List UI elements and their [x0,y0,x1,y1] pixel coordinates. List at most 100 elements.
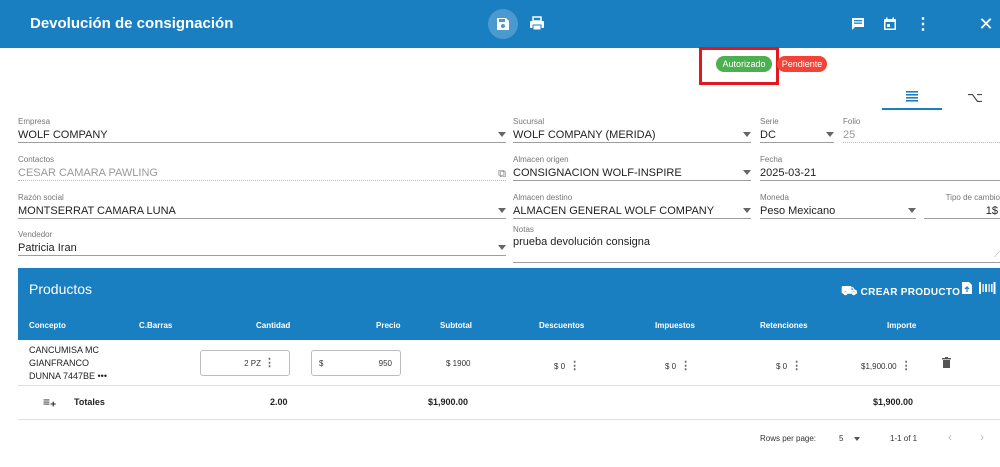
moneda-field[interactable]: Moneda Peso Mexicano [760,193,916,219]
comment-icon [852,18,864,30]
empresa-field[interactable]: Empresa WOLF COMPANY [18,117,506,143]
col-importe[interactable]: Importe [887,321,916,330]
col-barras[interactable]: C.Barras [139,321,172,330]
chevron-down-icon [743,170,751,175]
row-descuentos: $ 0 ⋮ [554,360,581,372]
status-authorized-badge[interactable]: Autorizado [716,56,772,72]
fecha-input[interactable]: 2025-03-21 [760,165,1000,181]
retention-menu-icon[interactable]: ⋮ [791,360,802,372]
product-concept: CANCUMISA MC GIANFRANCO DUNNA 7447BE ••• [29,345,107,383]
vendedor-select[interactable]: Patricia Iran [18,240,506,256]
chevron-down-icon [826,132,834,137]
col-retenciones[interactable]: Retenciones [760,321,808,330]
next-page-icon[interactable]: › [980,430,984,444]
col-precio[interactable]: Precio [376,321,400,330]
almacen-destino-field[interactable]: Almacen destino ALMACEN GENERAL WOLF COM… [513,193,751,219]
branch-icon: ⌥ [966,88,984,105]
totals-importe: $1,900.00 [873,397,914,407]
prev-page-icon[interactable]: ‹ [948,430,952,444]
comment-button[interactable] [847,13,869,35]
contactos-input[interactable]: CESAR CAMARA PAWLING ⧉ [18,165,506,181]
rows-per-page-select[interactable]: 5 [839,434,860,443]
sucursal-select[interactable]: WOLF COMPANY (MERIDA) [513,127,751,143]
empresa-select[interactable]: WOLF COMPANY [18,127,506,143]
contactos-label: Contactos [18,155,55,164]
serie-label: Serie [760,117,779,126]
row-subtotal: $ 1900 [446,359,471,368]
almacen-origen-select[interactable]: CONSIGNACION WOLF-INSPIRE [513,165,751,181]
calendar-button[interactable] [879,13,901,35]
table-row[interactable]: CANCUMISA MC GIANFRANCO DUNNA 7447BE •••… [18,340,1000,386]
tipo-cambio-field[interactable]: Tipo de cambio 1$ [924,193,1000,219]
empresa-label: Empresa [18,117,51,126]
importe-menu-icon[interactable]: ⋮ [901,360,912,372]
products-header: Productos ⛟ CREAR PRODUCTO Concepto C.Ba… [18,268,1000,340]
tipo-cambio-label: Tipo de cambio [945,193,1000,202]
vendedor-field[interactable]: Vendedor Patricia Iran [18,230,506,256]
notas-textarea[interactable]: prueba devolución consigna ⟋ [513,235,1000,263]
save-button[interactable] [488,9,518,39]
rows-per-page-label: Rows per page: [760,434,817,443]
serie-field[interactable]: Serie DC [760,117,834,143]
serie-select[interactable]: DC [760,127,834,143]
razon-social-select[interactable]: MONTSERRAT CAMARA LUNA [18,203,506,219]
close-button[interactable]: ✕ [975,13,997,35]
more-button[interactable]: ⋮ [912,13,934,35]
price-input[interactable]: $ 950 [311,350,401,376]
row-retenciones: $ 0 ⋮ [776,360,803,372]
add-row-icon[interactable]: ≡₊ [43,395,56,409]
page-title: Devolución de consignación [30,15,234,32]
trash-icon[interactable] [942,357,951,368]
chevron-down-icon [743,208,751,213]
almacen-origen-label: Almacen origen [513,155,569,164]
print-icon [530,16,544,31]
sucursal-field[interactable]: Sucursal WOLF COMPANY (MERIDA) [513,117,751,143]
fecha-label: Fecha [760,155,783,164]
save-icon [497,18,509,30]
col-subtotal[interactable]: Subtotal [440,321,472,330]
more-vert-icon: ⋮ [915,16,931,33]
pagination-range: 1-1 of 1 [890,434,918,443]
chevron-down-icon [908,208,916,213]
tipo-cambio-input[interactable]: 1$ [924,203,1000,219]
col-cantidad[interactable]: Cantidad [256,321,290,330]
almacen-origen-field[interactable]: Almacen origen CONSIGNACION WOLF-INSPIRE [513,155,751,181]
export-file-icon[interactable] [961,281,973,298]
moneda-label: Moneda [760,193,789,202]
open-external-icon[interactable]: ⧉ [498,166,506,180]
products-title: Productos [29,281,93,297]
notas-field[interactable]: Notas prueba devolución consigna ⟋ [513,225,1000,263]
truck-icon: ⛟ [841,283,858,298]
vendedor-label: Vendedor [18,230,53,239]
create-product-button[interactable]: ⛟ CREAR PRODUCTO [841,283,960,301]
contactos-field[interactable]: Contactos CESAR CAMARA PAWLING ⧉ [18,155,506,181]
discount-menu-icon[interactable]: ⋮ [569,360,580,372]
concept-more[interactable]: DUNNA 7447BE ••• [29,370,107,383]
create-product-label: CREAR PRODUCTO [860,286,961,298]
tab-list-view[interactable] [882,84,942,110]
chevron-down-icon [498,132,506,137]
barcode-scan-icon[interactable] [978,281,996,298]
chevron-down-icon [853,437,860,441]
razon-social-field[interactable]: Razón social MONTSERRAT CAMARA LUNA [18,193,506,219]
almacen-destino-select[interactable]: ALMACEN GENERAL WOLF COMPANY [513,203,751,219]
resize-handle-icon[interactable]: ⟋ [994,248,1000,262]
quantity-menu-icon[interactable]: ⋮ [264,356,275,369]
list-icon [906,91,918,102]
moneda-select[interactable]: Peso Mexicano [760,203,916,219]
print-button[interactable] [526,13,548,35]
calendar-icon [884,17,896,30]
col-descuentos[interactable]: Descuentos [539,321,584,330]
totals-subtotal: $1,900.00 [428,397,469,407]
totals-cantidad: 2.00 [270,397,288,407]
fecha-field[interactable]: Fecha 2025-03-21 [760,155,1000,181]
tab-branch-view[interactable]: ⌥ [955,84,995,110]
status-pending-badge[interactable]: Pendiente [777,56,827,72]
folio-field: Folio 25 [843,117,1000,143]
quantity-input[interactable]: 2 PZ ⋮ [200,350,290,376]
col-concepto[interactable]: Concepto [29,321,66,330]
col-impuestos[interactable]: Impuestos [655,321,695,330]
top-bar: Devolución de consignación ⋮ ✕ [0,0,1000,48]
tax-menu-icon[interactable]: ⋮ [680,360,691,372]
almacen-destino-label: Almacen destino [513,193,573,202]
